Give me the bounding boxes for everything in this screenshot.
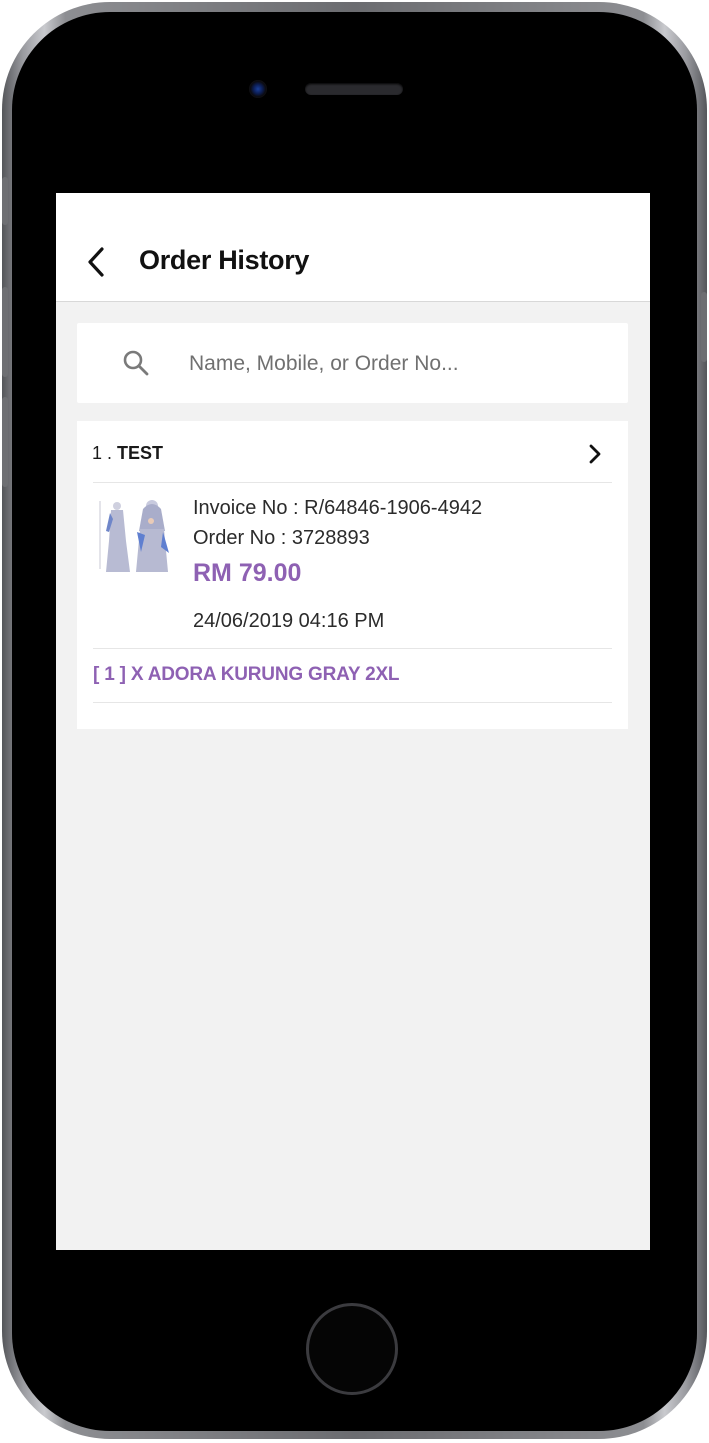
product-image [99,500,169,572]
search-icon [123,350,149,376]
front-camera [249,80,267,98]
customer-name: TEST [117,443,164,463]
power-button [701,292,707,362]
order-datetime: 24/06/2019 04:16 PM [193,610,385,632]
order-card[interactable]: 1 . TEST Invoice No : R/64846-1906-4942 … [77,421,628,729]
search-bar[interactable] [77,323,628,403]
page-title: Order History [139,245,310,275]
product-thumbnail [97,497,171,573]
earpiece-speaker [305,83,403,95]
home-button[interactable] [306,1303,398,1395]
app-screen: Order History 1 . TEST [56,193,650,1250]
search-input[interactable] [187,341,611,387]
order-customer: 1 . TEST [92,443,163,464]
order-header[interactable]: 1 . TEST [77,421,628,483]
mute-switch [2,177,8,225]
chevron-right-icon[interactable] [587,443,603,465]
volume-down-button [2,397,8,487]
order-items-summary: [ 1 ] X ADORA KURUNG GRAY 2XL [93,664,400,685]
divider [93,702,612,703]
chevron-left-icon [88,247,104,277]
app-bar: Order History [56,193,650,302]
divider [93,482,612,483]
divider [93,648,612,649]
order-total: RM 79.00 [193,559,302,587]
order-number: Order No : 3728893 [193,527,370,549]
invoice-number: Invoice No : R/64846-1906-4942 [193,497,483,519]
back-button[interactable] [80,243,112,281]
order-index: 1 . [92,443,113,463]
volume-up-button [2,287,8,377]
